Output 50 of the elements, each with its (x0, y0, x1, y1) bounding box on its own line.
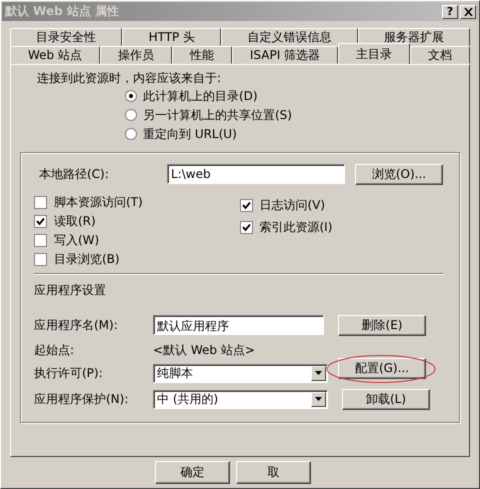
field-label: 起始点: (34, 342, 76, 358)
execute-dropdown[interactable]: 纯脚本 (153, 364, 328, 382)
radio-label: 重定向到 URL(U) (143, 126, 237, 142)
checkbox-label: 写入(W) (54, 232, 100, 249)
radio-button[interactable] (125, 90, 137, 102)
browse-button[interactable]: 浏览(O)... (355, 164, 443, 184)
tab[interactable]: ISAPI 筛选器 (232, 46, 338, 64)
dialog-button[interactable]: 确定 (155, 461, 230, 484)
path-field[interactable]: L:\web (167, 164, 345, 184)
radio-button[interactable] (125, 109, 137, 121)
tab[interactable]: 目录安全性 (10, 28, 122, 46)
checkbox[interactable] (34, 253, 47, 266)
checkbox[interactable] (240, 199, 252, 212)
tab[interactable]: 操作员 (100, 46, 172, 64)
window-title: 默认 Web 站点 属性 (5, 3, 120, 20)
checkbox-label: 目录浏览(B) (54, 251, 120, 268)
radio-button[interactable] (125, 128, 137, 140)
help-button[interactable]: ? (442, 4, 458, 18)
checkbox-label: 索引此资源(I) (260, 219, 332, 236)
tab[interactable]: HTTP 头 (122, 28, 222, 46)
radio-label: 另一计算机上的共享位置(S) (143, 106, 292, 124)
field-label: 应用程序名(M): (34, 316, 119, 334)
tab[interactable]: 服务器扩展 (358, 28, 470, 46)
tab[interactable]: 性能 (172, 46, 232, 64)
protection-dropdown[interactable]: 中 (共用的) (153, 390, 328, 408)
checkbox[interactable] (34, 196, 47, 209)
configure-button[interactable]: 配置(G)... (338, 358, 426, 378)
tab[interactable]: Web 站点 (10, 46, 100, 64)
checkbox[interactable] (34, 234, 47, 247)
tab[interactable]: 文档 (410, 46, 470, 64)
close-button[interactable] (460, 4, 476, 18)
checkbox-label: 读取(R) (54, 213, 96, 230)
app-name-field[interactable]: 默认应用程序 (153, 315, 324, 335)
checkbox-label: 日志访问(V) (260, 197, 326, 214)
unload-button[interactable]: 卸载(L) (342, 388, 430, 410)
tab[interactable]: 自定义错误信息 (221, 28, 358, 46)
start-point-value: <默认 Web 站点> (153, 342, 255, 358)
checkbox[interactable] (240, 221, 252, 234)
field-label: 执行许可(P): (34, 364, 104, 382)
tab[interactable]: 主目录 (338, 43, 410, 64)
dialog-button[interactable]: 取 (236, 461, 311, 484)
radio-label: 此计算机上的目录(D) (143, 88, 258, 104)
field-label: 应用程序保护(N): (34, 390, 130, 408)
section-heading: 应用程序设置 (34, 282, 107, 298)
source-label: 连接到此资源时，内容应该来自于: (37, 70, 222, 86)
close-icon (464, 8, 472, 16)
delete-button[interactable]: 删除(E) (338, 314, 426, 336)
checkbox-label: 脚本资源访问(T) (54, 194, 143, 211)
checkbox[interactable] (34, 215, 47, 228)
field-label: 本地路径(C): (39, 166, 110, 182)
